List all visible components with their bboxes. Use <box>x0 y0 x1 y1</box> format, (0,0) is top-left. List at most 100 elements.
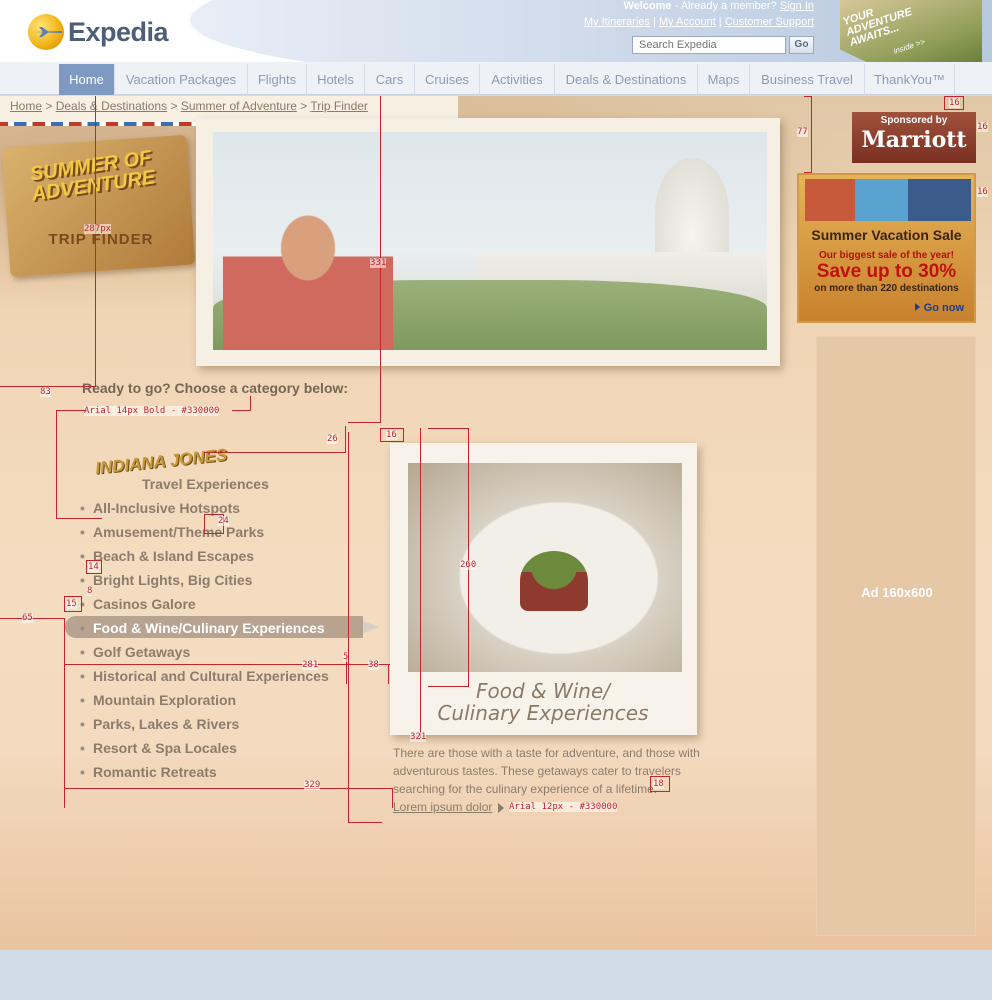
tab-cars[interactable]: Cars <box>365 64 415 95</box>
boy-with-camera <box>223 180 393 350</box>
spec-line <box>392 788 393 808</box>
main-nav: Home Vacation Packages Flights Hotels Ca… <box>0 62 992 95</box>
breadcrumb-separator: > <box>170 99 178 113</box>
my-account-link[interactable]: My Account <box>659 16 716 28</box>
tab-deals-destinations[interactable]: Deals & Destinations <box>555 64 698 95</box>
sponsored-by-label: Sponsored by <box>880 115 948 126</box>
spec-line <box>64 664 390 665</box>
spec-65: 65 <box>22 613 33 623</box>
tab-flights[interactable]: Flights <box>248 64 307 95</box>
tab-activities[interactable]: Activities <box>480 64 555 95</box>
spec-18: 18 <box>653 779 664 789</box>
sign-in-link[interactable]: Sign In <box>780 0 814 12</box>
spec-287: 287px <box>84 224 112 234</box>
spec-line <box>232 410 251 411</box>
search-go-button[interactable]: Go <box>789 36 814 54</box>
category-historical-cultural[interactable]: Historical and Cultural Experiences <box>80 666 329 690</box>
tab-maps[interactable]: Maps <box>698 64 750 95</box>
category-mountain[interactable]: Mountain Exploration <box>80 690 329 714</box>
skyscraper-ad-slot[interactable]: Ad 160x600 <box>816 336 976 936</box>
sale-stamps-image <box>805 179 971 221</box>
search-input[interactable] <box>632 36 786 54</box>
spec-line <box>250 396 251 411</box>
ad-slot-label: Ad 160x600 <box>861 585 933 600</box>
category-romantic[interactable]: Romantic Retreats <box>80 762 329 786</box>
category-more-link[interactable]: Lorem ipsum dolor <box>393 800 492 814</box>
breadcrumb-home[interactable]: Home <box>10 99 42 113</box>
tab-cruises[interactable]: Cruises <box>415 64 480 95</box>
welcome-text: - Already a member? <box>671 0 780 12</box>
spec-77: 77 <box>797 127 808 137</box>
arrow-right-icon <box>498 803 504 813</box>
spec-line <box>420 428 421 738</box>
expedia-logo[interactable]: Expedia <box>28 14 169 50</box>
spec-38: 38 <box>368 660 379 670</box>
tab-home[interactable]: Home <box>59 64 115 95</box>
spec-15: 15 <box>66 599 77 609</box>
my-itineraries-link[interactable]: My Itineraries <box>584 16 650 28</box>
hero-photo <box>213 132 767 350</box>
trip-finder-content: Home > Deals & Destinations > Summer of … <box>0 96 992 950</box>
spec-331: 331 <box>370 258 387 268</box>
category-big-cities[interactable]: Bright Lights, Big Cities <box>80 570 329 594</box>
category-casinos[interactable]: Casinos Galore <box>80 594 329 618</box>
category-prompt: Ready to go? Choose a category below: <box>82 380 349 396</box>
welcome-line: Welcome - Already a member? Sign In <box>623 0 814 12</box>
spec-line <box>56 410 86 411</box>
breadcrumb-separator: > <box>300 99 308 113</box>
summer-sale-ad[interactable]: Summer Vacation Sale Our biggest sale of… <box>797 173 976 323</box>
spec-line <box>56 518 102 519</box>
category-golf[interactable]: Golf Getaways <box>80 642 329 666</box>
tab-hotels[interactable]: Hotels <box>307 64 365 95</box>
account-links: My Itineraries | My Account | Customer S… <box>583 16 814 28</box>
spec-line <box>388 664 389 684</box>
tab-thankyou[interactable]: ThankYou™ <box>865 64 955 95</box>
spec-16: 16 <box>386 430 397 440</box>
sale-title: Summer Vacation Sale <box>811 227 962 243</box>
category-resort-spa[interactable]: Resort & Spa Locales <box>80 738 329 762</box>
spec-14: 14 <box>88 562 99 572</box>
spec-line <box>348 422 381 423</box>
tab-business-travel[interactable]: Business Travel <box>750 64 865 95</box>
category-parks-lakes[interactable]: Parks, Lakes & Rivers <box>80 714 329 738</box>
caption-line-1: Food & Wine/ <box>475 679 611 703</box>
sale-destinations: on more than 220 destinations <box>814 283 959 294</box>
category-food-wine[interactable]: Food & Wine/Culinary Experiences <box>80 618 329 642</box>
spec-line <box>428 428 468 429</box>
spec-321: 321 <box>410 732 427 742</box>
spec-260: 260 <box>460 560 477 570</box>
welcome-label: Welcome <box>623 0 672 12</box>
tartare-dish <box>520 551 588 611</box>
breadcrumb-separator: > <box>45 99 53 113</box>
spec-prompt-font: Arial 14px Bold - #330000 <box>84 406 220 416</box>
breadcrumb-deals[interactable]: Deals & Destinations <box>56 99 167 113</box>
breadcrumb-summer[interactable]: Summer of Adventure <box>181 99 297 113</box>
category-list: All-Inclusive Hotspots Amusement/Theme P… <box>80 498 329 786</box>
spec-line <box>95 96 96 386</box>
sale-subtitle: Our biggest sale of the year! <box>818 250 955 261</box>
marriott-sponsor-ad[interactable]: Sponsored by Marriott <box>852 112 976 163</box>
spec-link-font: Arial 12px - #330000 <box>509 802 618 812</box>
breadcrumb-trip-finder[interactable]: Trip Finder <box>310 99 368 113</box>
globe-icon <box>28 14 64 50</box>
spec-line <box>64 788 392 789</box>
spec-line <box>348 822 382 823</box>
spec-16b: 16 <box>949 98 960 108</box>
spec-line <box>204 452 346 453</box>
marriott-logo: Marriott <box>861 127 967 153</box>
spec-26: 26 <box>327 434 338 444</box>
spec-line <box>811 96 812 172</box>
spec-24: 24 <box>218 516 229 526</box>
spec-line <box>468 428 469 686</box>
spec-line <box>345 426 346 452</box>
indiana-jones-subtitle[interactable]: Travel Experiences <box>142 476 269 492</box>
spec-16d: 16 <box>977 187 988 197</box>
spec-line <box>804 172 812 173</box>
customer-support-link[interactable]: Customer Support <box>725 16 814 28</box>
caption-line-2: Culinary Experiences <box>437 701 649 725</box>
tab-vacation-packages[interactable]: Vacation Packages <box>115 64 248 95</box>
indiana-jones-logo[interactable]: INDIANA JONES <box>94 445 228 479</box>
spec-line <box>348 432 349 822</box>
category-beach-island[interactable]: Beach & Island Escapes <box>80 546 329 570</box>
sale-go-now-link[interactable]: Go now <box>915 302 964 314</box>
